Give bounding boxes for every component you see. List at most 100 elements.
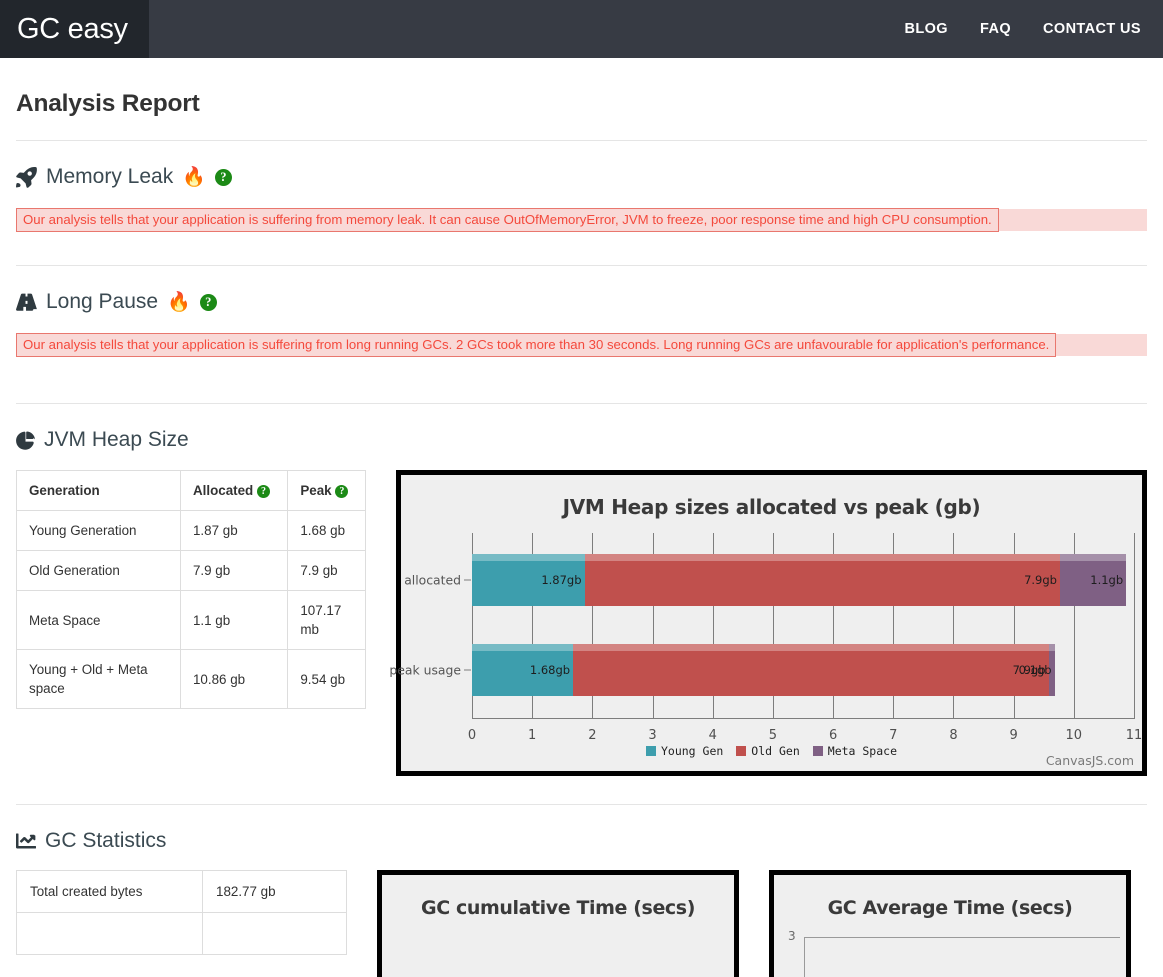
divider: [16, 140, 1147, 141]
chart-bar-value-label: 1.1gb: [1090, 573, 1126, 587]
chart-bar-value-label: 7.9gb: [1024, 573, 1060, 587]
section-jvm-heap-size-title: JVM Heap Size: [44, 428, 189, 452]
section-memory-leak-title: Memory Leak: [46, 165, 173, 189]
cell-stat-label: [17, 913, 203, 955]
x-axis-tick-label: 6: [829, 728, 837, 743]
column-header-peak-label: Peak: [300, 483, 331, 498]
cell-generation: Old Generation: [17, 551, 181, 591]
table-row: [17, 913, 347, 955]
legend-item-meta-space[interactable]: Meta Space: [813, 744, 897, 758]
x-axis-tick-label: 1: [528, 728, 536, 743]
x-axis-tick-label: 2: [588, 728, 596, 743]
chart-bar-highlight: [472, 644, 573, 651]
chart-bar-highlight: [1060, 554, 1126, 561]
divider: [16, 265, 1147, 266]
gc-cumulative-time-chart: GC cumulative Time (secs): [377, 870, 739, 977]
page-content: Analysis Report Memory Leak 🔥 ? Our anal…: [0, 90, 1163, 977]
brand-label: GC easy: [17, 15, 128, 44]
legend-item-young-gen[interactable]: Young Gen: [646, 744, 723, 758]
legend-swatch-old-gen: [736, 746, 746, 756]
table-row: Meta Space 1.1 gb 107.17 mb: [17, 591, 366, 650]
jvm-heap-size-table: Generation Allocated ? Peak ? Young Gene…: [16, 470, 366, 709]
x-axis-tick-label: 8: [949, 728, 957, 743]
nav-link-contact-us[interactable]: CONTACT US: [1027, 21, 1157, 37]
section-long-pause-title: Long Pause: [46, 290, 158, 314]
rocket-icon: [16, 167, 37, 188]
table-row: Young + Old + Meta space 10.86 gb 9.54 g…: [17, 650, 366, 709]
help-icon-peak[interactable]: ?: [335, 485, 348, 498]
cell-stat-value: [203, 913, 347, 955]
x-axis-tick-label: 5: [769, 728, 777, 743]
chart-bar-segment-old-gen[interactable]: 7.9gb: [573, 644, 1048, 696]
x-axis-tick-label: 0: [468, 728, 476, 743]
canvasjs-watermark[interactable]: CanvasJS.com: [1046, 753, 1134, 768]
jvm-heap-size-row: Generation Allocated ? Peak ? Young Gene…: [16, 470, 1147, 776]
y-axis-tick: [464, 580, 471, 581]
table-row: Young Generation 1.87 gb 1.68 gb: [17, 511, 366, 551]
chart-bar-highlight: [472, 554, 585, 561]
help-icon-long-pause[interactable]: ?: [200, 294, 217, 311]
section-jvm-heap-size-header: JVM Heap Size: [16, 428, 1147, 452]
cell-peak: 1.68 gb: [288, 511, 366, 551]
page-title: Analysis Report: [16, 90, 1147, 118]
cell-allocated: 1.1 gb: [180, 591, 287, 650]
gc-average-time-chart-title: GC Average Time (secs): [774, 875, 1126, 919]
gc-statistics-row: Total created bytes 182.77 gb GC cumulat…: [16, 870, 1147, 977]
fire-icon: 🔥: [167, 293, 191, 312]
legend-label-old-gen: Old Gen: [751, 744, 799, 758]
x-axis-tick-label: 4: [709, 728, 717, 743]
help-icon-memory-leak[interactable]: ?: [215, 169, 232, 186]
legend-swatch-young-gen: [646, 746, 656, 756]
section-gc-statistics-title: GC Statistics: [45, 829, 166, 853]
gc-average-time-ytick: 3: [788, 929, 796, 943]
legend-item-old-gen[interactable]: Old Gen: [736, 744, 799, 758]
column-header-peak: Peak ?: [288, 471, 366, 511]
chart-bar-highlight: [1049, 644, 1055, 651]
chart-bar-segment-young-gen[interactable]: 1.68gb: [472, 644, 573, 696]
table-header-row: Generation Allocated ? Peak ?: [17, 471, 366, 511]
long-pause-alert-text: Our analysis tells that your application…: [16, 333, 1056, 357]
jvm-heap-chart-legend: Young Gen Old Gen Meta Space: [401, 744, 1142, 758]
memory-leak-alert: Our analysis tells that your application…: [16, 209, 1147, 231]
chart-bar-segment-meta-space[interactable]: 0.1gb: [1049, 644, 1055, 696]
gc-statistics-table: Total created bytes 182.77 gb: [16, 870, 347, 955]
chart-bar-segment-old-gen[interactable]: 7.9gb: [585, 554, 1060, 606]
road-icon: [16, 292, 37, 313]
section-long-pause-header: Long Pause 🔥 ?: [16, 290, 1147, 314]
chart-gridline: [1134, 533, 1135, 719]
chart-bar-highlight: [573, 644, 1048, 651]
jvm-heap-chart: JVM Heap sizes allocated vs peak (gb) 0 1…: [396, 470, 1147, 776]
fire-icon: 🔥: [182, 168, 206, 187]
pie-chart-icon: [16, 431, 35, 450]
memory-leak-alert-text: Our analysis tells that your application…: [16, 208, 999, 232]
chart-bar-value-label: 0.1gb: [1019, 663, 1055, 677]
gc-average-time-axis: [804, 937, 1120, 938]
line-chart-icon: [16, 831, 36, 851]
brand-logo[interactable]: GC easy: [0, 0, 149, 58]
jvm-heap-chart-plot: 01234567891011allocated1.87gb7.9gb1.1gbp…: [472, 533, 1134, 719]
cell-peak: 9.54 gb: [288, 650, 366, 709]
y-axis-category-label: allocated: [404, 573, 461, 588]
nav-link-blog[interactable]: BLOG: [889, 21, 965, 37]
cell-allocated: 1.87 gb: [180, 511, 287, 551]
divider: [16, 804, 1147, 805]
cell-peak: 107.17 mb: [288, 591, 366, 650]
jvm-heap-chart-title: JVM Heap sizes allocated vs peak (gb): [401, 475, 1142, 519]
nav-links: BLOG FAQ CONTACT US: [889, 0, 1163, 58]
cell-generation: Meta Space: [17, 591, 181, 650]
cell-allocated: 7.9 gb: [180, 551, 287, 591]
x-axis-tick-label: 11: [1126, 728, 1143, 743]
nav-link-faq[interactable]: FAQ: [964, 21, 1027, 37]
bottom-charts: GC cumulative Time (secs) GC Average Tim…: [377, 870, 1131, 977]
gc-average-time-vaxis: [804, 937, 805, 977]
cell-stat-label: Total created bytes: [17, 871, 203, 913]
help-icon-allocated[interactable]: ?: [257, 485, 270, 498]
x-axis-line: [472, 718, 1134, 719]
legend-swatch-meta-space: [813, 746, 823, 756]
chart-bar-segment-meta-space[interactable]: 1.1gb: [1060, 554, 1126, 606]
chart-bar-highlight: [585, 554, 1060, 561]
chart-bar-value-label: 1.87gb: [541, 573, 584, 587]
chart-bar-segment-young-gen[interactable]: 1.87gb: [472, 554, 585, 606]
x-axis-tick-label: 10: [1066, 728, 1083, 743]
y-axis-tick: [464, 669, 471, 670]
